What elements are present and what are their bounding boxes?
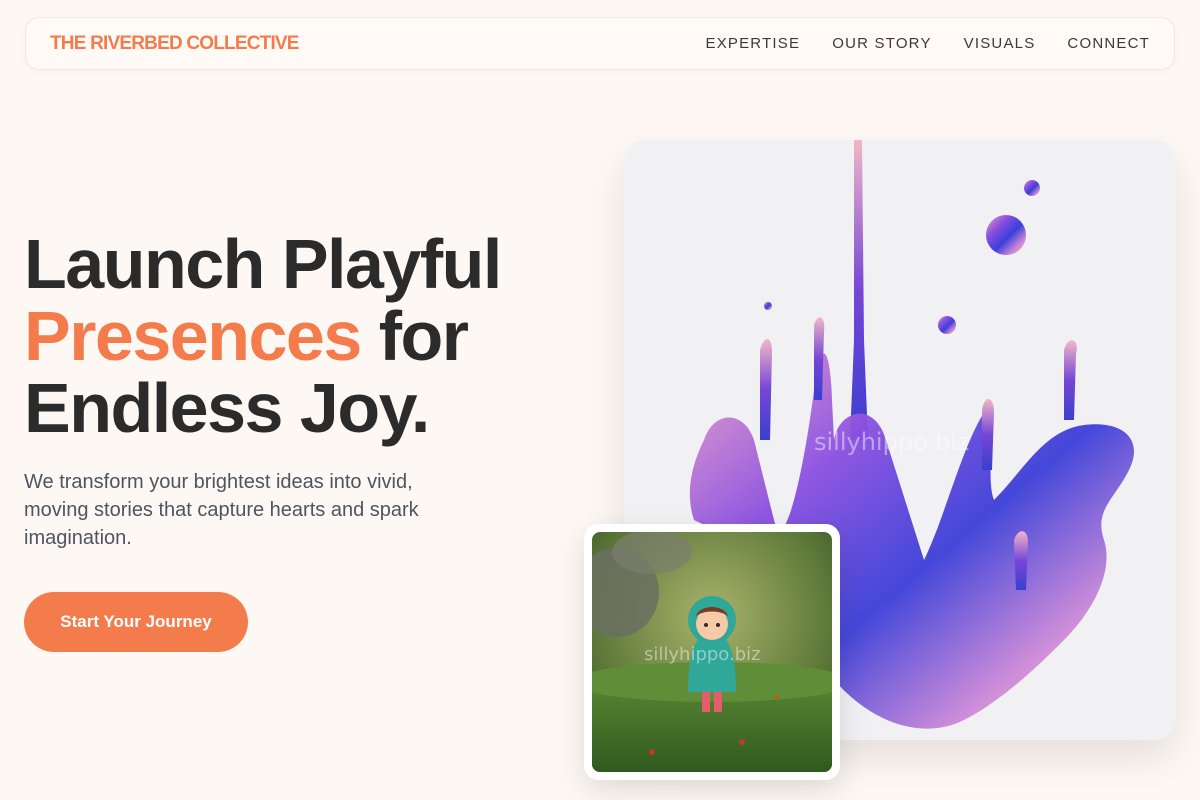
hero-title-line1: Launch Playful	[24, 225, 502, 303]
nav-link-our-story[interactable]: OUR STORY	[832, 35, 931, 52]
hero-title-accent: Presences	[24, 297, 362, 375]
hero-title: Launch Playful Presences for Endless Joy…	[24, 228, 584, 444]
figurine-photo-card: sillyhippo.biz	[584, 524, 840, 780]
hero-subtitle: We transform your brightest ideas into v…	[24, 471, 419, 549]
start-journey-button[interactable]: Start Your Journey	[24, 592, 248, 652]
figurine-illustration: sillyhippo.biz	[592, 532, 832, 772]
nav-link-visuals[interactable]: VISUALS	[964, 35, 1036, 52]
hero-title-line3: Endless Joy.	[24, 369, 430, 447]
figurine-photo: sillyhippo.biz	[592, 532, 832, 772]
nav-link-expertise[interactable]: EXPERTISE	[705, 35, 800, 52]
nav-link-connect[interactable]: CONNECT	[1067, 35, 1150, 52]
main-image-watermark: sillyhippo.biz	[814, 428, 969, 456]
hero-title-line2-rest: for	[360, 297, 469, 375]
top-navbar: THE RIVERBED COLLECTIVE EXPERTISE OUR ST…	[25, 17, 1175, 70]
nav-links: EXPERTISE OUR STORY VISUALS CONNECT	[705, 35, 1150, 52]
brand-logo[interactable]: THE RIVERBED COLLECTIVE	[50, 33, 299, 55]
small-image-watermark: sillyhippo.biz	[644, 644, 761, 665]
